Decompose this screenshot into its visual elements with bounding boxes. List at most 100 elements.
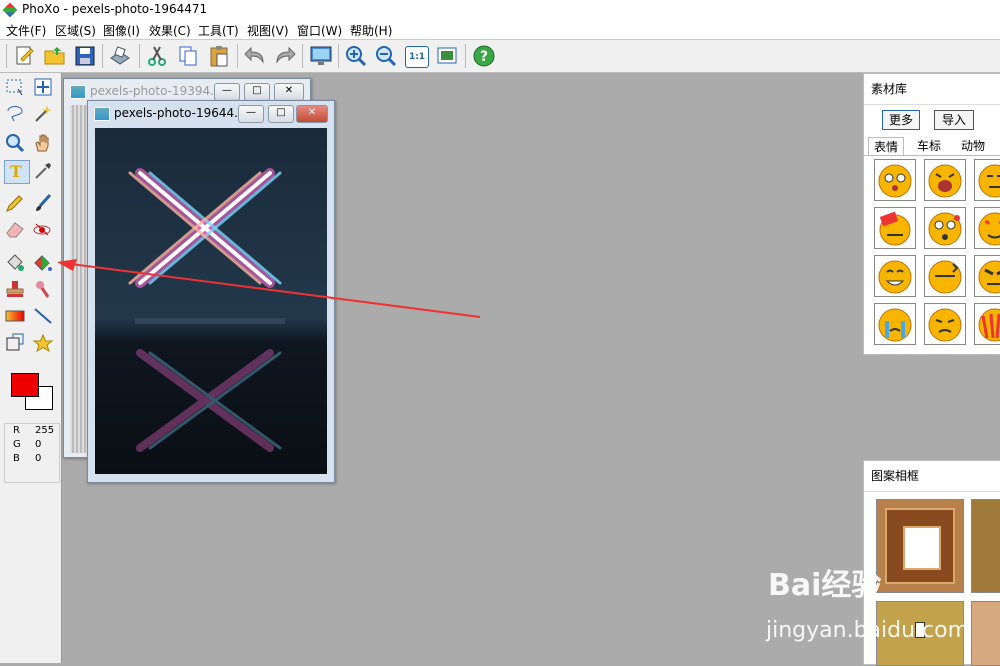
app-icon xyxy=(2,2,18,18)
rgb-readout: R 255 G 0 B 0 xyxy=(4,423,60,483)
eraser-icon[interactable] xyxy=(4,219,28,241)
close-button[interactable]: ✕ xyxy=(296,105,328,123)
screen-icon[interactable] xyxy=(309,44,333,68)
g-value: 0 xyxy=(35,439,42,450)
toolbar-separator xyxy=(102,44,103,68)
emoji-item[interactable] xyxy=(974,303,1000,345)
emoji-item[interactable] xyxy=(874,207,916,249)
lasso-icon[interactable] xyxy=(4,103,28,125)
hand-icon[interactable] xyxy=(32,133,56,155)
svg-text:T: T xyxy=(10,162,22,181)
magic-wand-icon[interactable] xyxy=(32,103,56,125)
redo-icon[interactable] xyxy=(273,44,297,68)
stamp-icon[interactable] xyxy=(4,279,28,301)
document-titlebar[interactable]: pexels-photo-19644... — □ ✕ xyxy=(88,101,334,125)
frame-item[interactable] xyxy=(876,499,964,593)
help-icon[interactable]: ? xyxy=(472,44,496,68)
menu-bar: 文件(F) 区域(S) 图像(I) 效果(C) 工具(T) 视图(V) 窗口(W… xyxy=(0,20,1000,40)
title-bar: PhoXo - pexels-photo-1964471 xyxy=(0,0,1000,20)
material-library-panel: 素材库 更多 导入 表情 车标 动物 xyxy=(863,73,1000,355)
pencil-icon[interactable] xyxy=(4,193,28,215)
line-icon[interactable] xyxy=(32,306,56,328)
emoji-item[interactable] xyxy=(974,159,1000,201)
color-replace-icon[interactable] xyxy=(32,253,56,275)
new-icon[interactable] xyxy=(12,44,36,68)
r-label: R xyxy=(13,425,20,436)
menu-selection[interactable]: 区域(S) xyxy=(55,22,96,39)
move-icon[interactable] xyxy=(32,77,56,99)
panel-title: 素材库 xyxy=(864,74,1000,105)
smudge-icon[interactable] xyxy=(32,279,56,301)
scan-icon[interactable] xyxy=(108,44,132,68)
maximize-button[interactable]: □ xyxy=(244,83,270,101)
undo-icon[interactable] xyxy=(243,44,267,68)
b-value: 0 xyxy=(35,453,42,464)
r-value: 255 xyxy=(35,425,55,436)
emoji-item[interactable] xyxy=(924,255,966,297)
actual-size-icon[interactable]: 1:1 xyxy=(405,46,429,68)
emoji-item[interactable] xyxy=(924,159,966,201)
document-title: pexels-photo-19644... xyxy=(114,106,246,120)
toolbar-separator xyxy=(139,44,140,68)
document-title: pexels-photo-19394... xyxy=(90,84,222,98)
baidu-watermark: Bai经验 xyxy=(768,568,882,603)
window-title: PhoXo - pexels-photo-1964471 xyxy=(22,2,208,16)
rect-select-icon[interactable] xyxy=(4,77,28,99)
emoji-item[interactable] xyxy=(874,255,916,297)
zoom-out-icon[interactable] xyxy=(374,44,398,68)
emoji-item[interactable] xyxy=(974,207,1000,249)
bucket-icon[interactable] xyxy=(4,253,28,275)
paste-icon[interactable] xyxy=(207,44,231,68)
toolbar-separator xyxy=(338,44,339,68)
main-toolbar: 1:1 ? xyxy=(0,40,1000,73)
tab-animals[interactable]: 动物 xyxy=(956,137,990,155)
toolbar-separator xyxy=(237,44,238,68)
menu-window[interactable]: 窗口(W) xyxy=(297,22,342,39)
frame-item[interactable] xyxy=(971,499,1000,593)
emoji-item[interactable] xyxy=(974,255,1000,297)
star-icon[interactable] xyxy=(32,333,56,355)
image-icon xyxy=(70,85,86,99)
toolbar-separator xyxy=(6,44,7,68)
cut-icon[interactable] xyxy=(145,44,169,68)
gradient-icon[interactable] xyxy=(4,306,28,328)
emoji-item[interactable] xyxy=(924,303,966,345)
menu-file[interactable]: 文件(F) xyxy=(6,22,46,39)
zoom-in-icon[interactable] xyxy=(344,44,368,68)
foreground-color-swatch[interactable] xyxy=(11,373,39,397)
zoom-icon[interactable] xyxy=(4,133,28,155)
transform-icon[interactable] xyxy=(4,333,28,355)
close-button[interactable]: ✕ xyxy=(274,83,304,101)
baidu-watermark-url: jingyan.baidu.com xyxy=(766,618,970,643)
import-button[interactable]: 导入 xyxy=(934,110,974,130)
save-icon[interactable] xyxy=(73,44,97,68)
minimize-button[interactable]: — xyxy=(238,105,264,123)
red-eye-icon[interactable] xyxy=(32,219,56,241)
tool-panel: T R 255 G 0 B 0 xyxy=(0,73,62,663)
eyedropper-icon[interactable] xyxy=(32,160,56,182)
menu-tools[interactable]: 工具(T) xyxy=(198,22,239,39)
brush-icon[interactable] xyxy=(32,193,56,215)
menu-view[interactable]: 视图(V) xyxy=(247,22,289,39)
svg-text:?: ? xyxy=(480,49,488,65)
maximize-button[interactable]: □ xyxy=(268,105,294,123)
toolbar-separator xyxy=(465,44,466,68)
more-button[interactable]: 更多 xyxy=(882,110,920,130)
emoji-item[interactable] xyxy=(874,303,916,345)
open-icon[interactable] xyxy=(43,44,67,68)
frame-item[interactable] xyxy=(971,601,1000,666)
annotation-arrow xyxy=(57,259,481,318)
menu-help[interactable]: 帮助(H) xyxy=(350,22,392,39)
tab-car-logos[interactable]: 车标 xyxy=(912,137,946,155)
text-icon[interactable]: T xyxy=(4,160,30,184)
tab-expressions[interactable]: 表情 xyxy=(868,137,905,156)
g-label: G xyxy=(13,439,21,450)
emoji-item[interactable] xyxy=(874,159,916,201)
minimize-button[interactable]: — xyxy=(214,83,240,101)
menu-image[interactable]: 图像(I) xyxy=(103,22,140,39)
menu-effects[interactable]: 效果(C) xyxy=(149,22,191,39)
fit-window-icon[interactable] xyxy=(435,44,459,68)
copy-icon[interactable] xyxy=(176,44,200,68)
emoji-item[interactable] xyxy=(924,207,966,249)
panel-title: 图案相框 xyxy=(864,461,1000,492)
